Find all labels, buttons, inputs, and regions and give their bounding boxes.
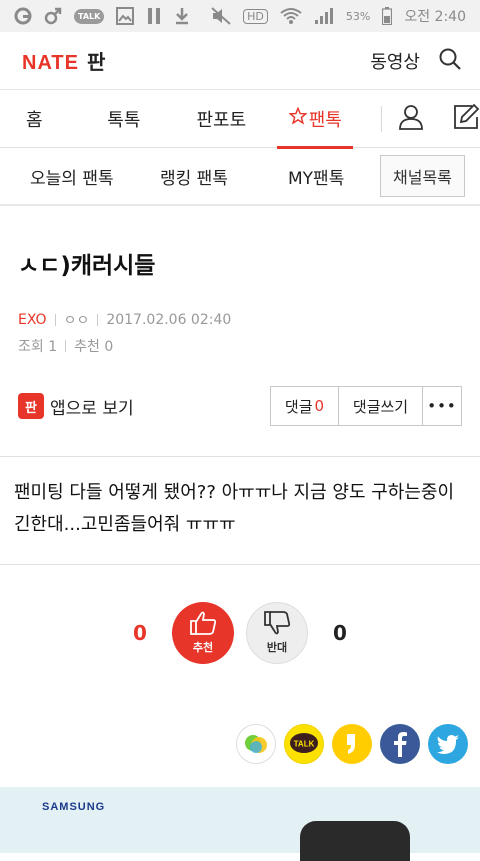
signal-icon: [314, 7, 334, 25]
tab-panphoto[interactable]: 판포토: [179, 90, 263, 148]
app-header: NATE 판 동영상: [0, 32, 480, 90]
downvote-count: 0: [333, 620, 347, 645]
talk-notification-icon: TALK: [74, 8, 105, 24]
logo-brand: NATE: [22, 52, 79, 74]
views-label: 조회: [18, 339, 44, 355]
article-category[interactable]: EXO: [18, 312, 47, 328]
tab-toktok[interactable]: 톡톡: [69, 90, 180, 148]
kakaotalk-icon[interactable]: TALK: [284, 724, 324, 764]
vote-area: 0 추천 반대 0: [0, 565, 480, 700]
wifi-icon: [280, 7, 302, 25]
article-datetime: 2017.02.06 02:40: [106, 312, 232, 328]
more-options-button[interactable]: •••: [423, 387, 461, 425]
thumbs-down-icon: [262, 610, 292, 639]
tab-fantalk[interactable]: 팬톡: [263, 90, 367, 149]
download-icon: [174, 7, 190, 25]
article-body-line: 긴한대...고민좀들어줘 ㅠㅠㅠ: [14, 514, 236, 535]
svg-text:TALK: TALK: [294, 740, 315, 749]
nate-pan-logo[interactable]: NATE 판: [22, 46, 105, 75]
open-in-app-label: 앱으로 보기: [50, 398, 134, 419]
mute-icon: [211, 7, 231, 25]
comment-button-group: 댓글 0 댓글쓰기 •••: [270, 386, 462, 426]
article-title: ㅅㄷ)캐러시들: [18, 253, 156, 279]
subnav-today-fantalk[interactable]: 오늘의 팬톡: [30, 164, 160, 189]
ad-product-image: [300, 821, 410, 861]
ad-brand-logo: SAMSUNG: [42, 801, 106, 813]
views-count: 1: [48, 339, 58, 355]
channel-list-button[interactable]: 채널목록: [380, 155, 465, 197]
recommend-count: 0: [104, 339, 114, 355]
upvote-count: 0: [133, 620, 147, 645]
tab-home[interactable]: 홈: [0, 90, 69, 148]
twitter-icon[interactable]: [428, 724, 468, 764]
share-row: TALK: [0, 700, 480, 788]
main-nav: 홈 톡톡 판포토 팬톡: [0, 90, 480, 149]
battery-icon: [382, 7, 393, 25]
article-author: ㅇㅇ: [63, 313, 90, 329]
hd-icon: HD: [243, 8, 268, 24]
comments-button[interactable]: 댓글 0: [271, 387, 339, 425]
tab-fantalk-label: 팬톡: [308, 109, 342, 131]
nav-divider: [381, 105, 382, 132]
ad-banner[interactable]: SAMSUNG: [0, 787, 480, 861]
recommend-button[interactable]: 추천: [172, 601, 234, 664]
battery-percent: 53%: [345, 9, 371, 23]
app-g-icon: [14, 7, 32, 25]
article-header: ㅅㄷ)캐러시들 EXO ㅇㅇ 2017.02.06 02:40 조회 1 추천 …: [0, 206, 480, 457]
user-icon[interactable]: [398, 104, 424, 134]
recommend-label: 추천: [74, 339, 100, 355]
comment-count: 0: [314, 397, 325, 415]
pan-app-icon: 판: [18, 393, 44, 419]
subnav-my-fantalk[interactable]: MY팬톡: [288, 164, 380, 189]
clock: 오전 2:40: [404, 9, 466, 25]
article-body-line: 팬미팅 다들 어떻게 됐어?? 아ㅠㅠ나 지금 양도 구하는중이: [14, 482, 455, 503]
oppose-button[interactable]: 반대: [246, 601, 308, 664]
band-icon[interactable]: [236, 724, 276, 764]
logo-section: 판: [86, 50, 106, 74]
facebook-icon[interactable]: [380, 724, 420, 764]
kakaostory-icon[interactable]: [332, 724, 372, 764]
gallery-icon: [116, 7, 135, 25]
search-icon[interactable]: [438, 47, 462, 75]
thumbs-up-icon: [188, 610, 218, 639]
star-icon: [288, 106, 308, 130]
male-symbol-icon: [44, 7, 62, 25]
oppose-label: 반대: [266, 641, 288, 654]
video-link[interactable]: 동영상: [370, 48, 420, 74]
open-in-app-button[interactable]: 판 앱으로 보기: [18, 393, 134, 419]
status-bar: TALK HD 53% 오전 2:40: [0, 0, 480, 32]
pause-icon: [146, 7, 162, 25]
article-body: 팬미팅 다들 어떻게 됐어?? 아ㅠㅠ나 지금 양도 구하는중이 긴한대...고…: [0, 457, 480, 565]
write-comment-button[interactable]: 댓글쓰기: [339, 387, 423, 425]
subnav-ranking-fantalk[interactable]: 랭킹 팬톡: [160, 164, 288, 189]
sub-nav: 오늘의 팬톡 랭킹 팬톡 MY팬톡 채널목록: [0, 148, 480, 206]
recommend-label: 추천: [192, 641, 214, 654]
write-icon[interactable]: [452, 103, 480, 135]
